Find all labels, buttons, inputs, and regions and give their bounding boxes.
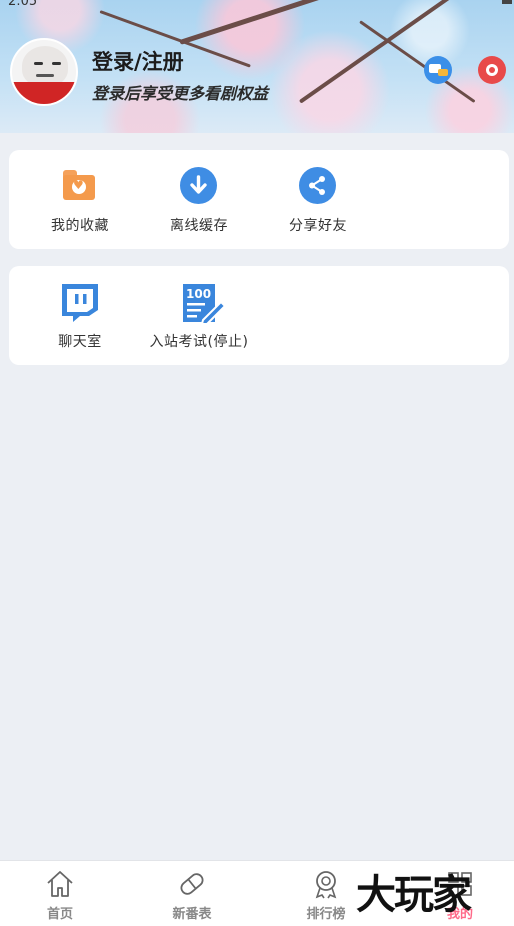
svg-text:100: 100 bbox=[186, 287, 211, 301]
tab-home[interactable]: 首页 bbox=[0, 861, 120, 926]
offline-cache-button[interactable]: 离线缓存 bbox=[139, 150, 259, 249]
chat-room-button[interactable]: 聊天室 bbox=[20, 266, 140, 365]
favorites-label: 我的收藏 bbox=[51, 218, 109, 234]
avatar[interactable] bbox=[10, 38, 78, 106]
favorites-button[interactable]: 我的收藏 bbox=[20, 150, 140, 249]
share-friends-label: 分享好友 bbox=[289, 218, 347, 234]
pill-icon bbox=[177, 869, 207, 899]
status-time: 2:05 bbox=[8, 0, 38, 9]
chat-room-glyph bbox=[62, 284, 98, 322]
login-register-link[interactable]: 登录/注册 bbox=[92, 46, 184, 76]
share-icon bbox=[299, 167, 336, 204]
exam-icon: 100 bbox=[183, 284, 227, 325]
exam-paper-icon: 100 bbox=[183, 284, 227, 325]
ranking-medal-icon bbox=[311, 869, 341, 899]
branch-decoration bbox=[298, 0, 465, 104]
tools-card: 聊天室 100 入站考试(停止) bbox=[9, 266, 509, 365]
login-benefit-text: 登录后享受更多看剧权益 bbox=[92, 84, 269, 103]
offline-cache-label: 离线缓存 bbox=[170, 218, 228, 234]
chat-bubble-icon[interactable] bbox=[424, 56, 452, 84]
entry-exam-label: 入站考试(停止) bbox=[149, 334, 249, 350]
favorites-folder-icon bbox=[62, 170, 98, 206]
tab-schedule-label: 新番表 bbox=[172, 907, 212, 922]
chat-room-icon bbox=[60, 282, 100, 324]
tab-schedule[interactable]: 新番表 bbox=[132, 861, 252, 926]
profile-header: 2:05 登录/注册 登录后享受更多看剧权益 bbox=[0, 0, 514, 133]
avatar-shirt bbox=[12, 82, 76, 104]
entry-exam-button[interactable]: 100 入站考试(停止) bbox=[139, 266, 259, 365]
watermark-logo: 大玩家 bbox=[356, 872, 472, 918]
share-friends-button[interactable]: 分享好友 bbox=[258, 150, 378, 249]
tab-home-label: 首页 bbox=[46, 907, 73, 922]
home-icon bbox=[45, 869, 75, 899]
gear-icon[interactable] bbox=[478, 56, 506, 84]
share-nodes-icon bbox=[309, 176, 325, 195]
avatar-mouth bbox=[36, 74, 54, 77]
battery-icon bbox=[502, 0, 512, 4]
download-arrow-icon bbox=[190, 175, 207, 194]
avatar-face bbox=[22, 46, 68, 86]
branch-decoration bbox=[359, 20, 476, 104]
quick-actions-card: 我的收藏 离线缓存 分享好友 bbox=[9, 150, 509, 249]
chat-room-label: 聊天室 bbox=[58, 334, 102, 350]
download-icon bbox=[180, 167, 217, 204]
avatar-eye bbox=[34, 62, 43, 65]
avatar-eye bbox=[52, 62, 61, 65]
